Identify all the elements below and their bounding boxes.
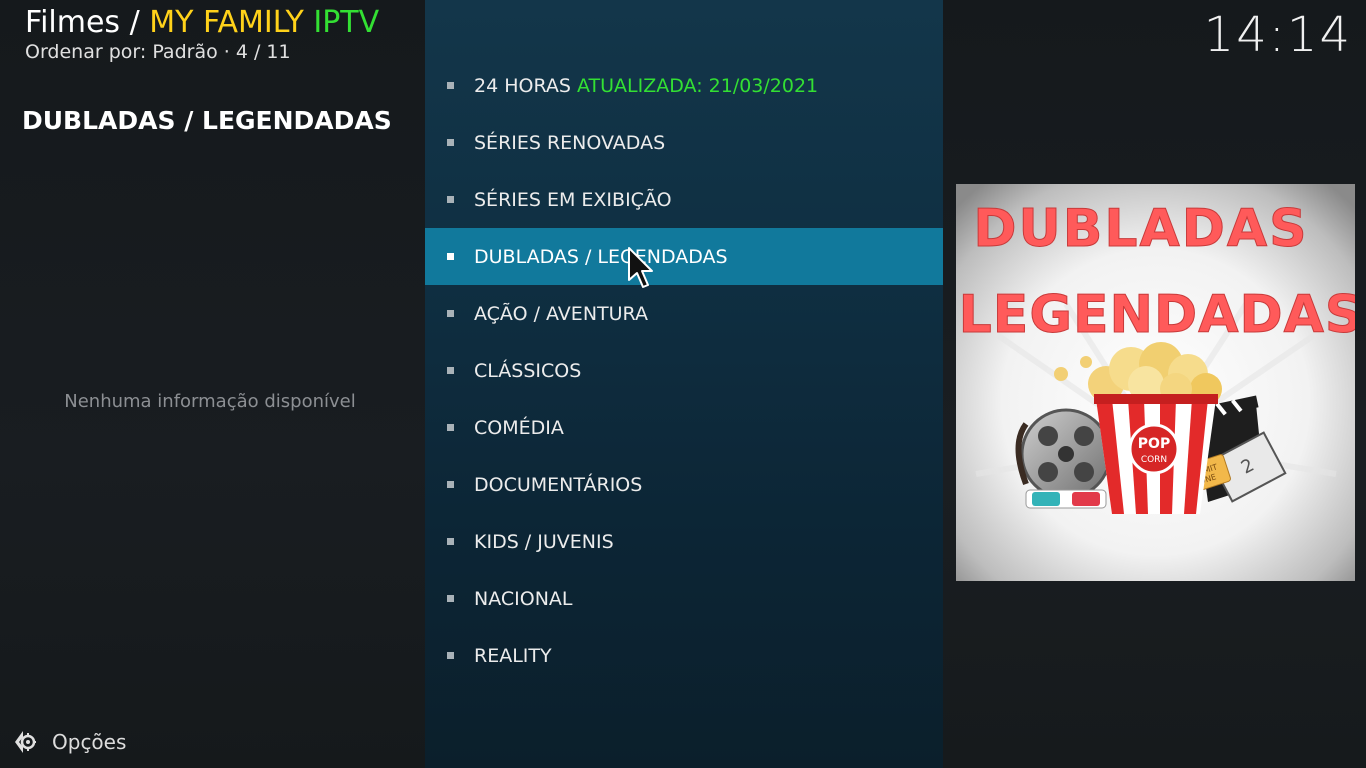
bullet-icon (447, 367, 454, 374)
list-item[interactable]: COMÉDIA (425, 399, 943, 456)
list-item-text: CLÁSSICOS (474, 359, 582, 382)
list-item-label: DOCUMENTÁRIOS (474, 474, 642, 496)
bullet-icon (447, 253, 454, 260)
bullet-icon (447, 481, 454, 488)
sort-info: Ordenar por: Padrão · 4 / 11 (25, 40, 291, 64)
list-item[interactable]: 24 HORAS ATUALIZADA: 21/03/2021 (425, 57, 943, 114)
popcorn-text-2: CORN (1141, 455, 1167, 465)
section-name: Filmes (25, 5, 121, 40)
list-item-label: DUBLADAS / LEGENDADAS (474, 246, 728, 268)
poster-line1: DUBLADAS (973, 199, 1308, 259)
info-placeholder: Nenhuma informação disponível (64, 391, 356, 412)
list-item-text: KIDS / JUVENIS (474, 530, 614, 553)
addon-name-part1: MY FAMILY (149, 5, 304, 40)
list-item[interactable]: DOCUMENTÁRIOS (425, 456, 943, 513)
category-poster: DUBLADAS LEGENDADAS 2 ONE POP CORN (956, 184, 1355, 581)
bullet-icon (447, 139, 454, 146)
list-item[interactable]: CLÁSSICOS (425, 342, 943, 399)
list-item-text: AÇÃO / AVENTURA (474, 302, 648, 325)
item-position: 4 / 11 (235, 41, 291, 63)
list-item-text: NACIONAL (474, 587, 573, 610)
list-item-text: DOCUMENTÁRIOS (474, 473, 643, 496)
list-item-label: REALITY (474, 645, 552, 667)
list-item-label: NACIONAL (474, 588, 573, 610)
list-item-update-note: ATUALIZADA: 21/03/2021 (577, 74, 819, 97)
list-item[interactable]: SÉRIES EM EXIBIÇÃO (425, 171, 943, 228)
list-item[interactable]: AÇÃO / AVENTURA (425, 285, 943, 342)
sort-label: Ordenar por: Padrão (25, 41, 218, 63)
list-item-label: COMÉDIA (474, 417, 564, 439)
list-item[interactable]: KIDS / JUVENIS (425, 513, 943, 570)
popcorn-text-1: POP (1138, 436, 1170, 452)
bullet-icon (447, 652, 454, 659)
bullet-icon (447, 538, 454, 545)
list-item-text: DUBLADAS / LEGENDADAS (474, 245, 728, 268)
list-item-text: SÉRIES RENOVADAS (474, 131, 666, 154)
list-item-label: SÉRIES EM EXIBIÇÃO (474, 189, 672, 211)
mouse-pointer-icon (628, 247, 653, 288)
list-item-text: 24 HORAS (474, 74, 571, 97)
options-button[interactable]: Opções (10, 726, 126, 758)
list-item-label: AÇÃO / AVENTURA (474, 303, 648, 325)
addon-name-part2: IPTV (313, 5, 380, 40)
options-icon (15, 731, 36, 753)
list-item-label: CLÁSSICOS (474, 360, 581, 382)
bullet-icon (447, 196, 454, 203)
bullet-icon (447, 424, 454, 431)
clock: 14:14 (1203, 7, 1352, 63)
list-item-text: REALITY (474, 644, 552, 667)
poster-line2: LEGENDADAS (959, 285, 1355, 345)
list-item[interactable]: DUBLADAS / LEGENDADAS (425, 228, 943, 285)
options-label: Opções (52, 730, 127, 754)
list-item-text: COMÉDIA (474, 416, 564, 439)
list-item-label: 24 HORAS ATUALIZADA: 21/03/2021 (474, 75, 818, 97)
poster-image: DUBLADAS LEGENDADAS 2 ONE POP CORN (956, 184, 1355, 581)
title-separator: / (120, 5, 150, 40)
focused-item-heading: DUBLADAS / LEGENDADAS (22, 106, 392, 135)
list-item[interactable]: SÉRIES RENOVADAS (425, 114, 943, 171)
category-list: 24 HORAS ATUALIZADA: 21/03/2021 SÉRIES RE… (425, 57, 943, 684)
bullet-icon (447, 595, 454, 602)
bullet-icon (447, 82, 454, 89)
list-item-label: SÉRIES RENOVADAS (474, 132, 665, 154)
list-item-label: KIDS / JUVENIS (474, 531, 614, 553)
separator-dot: · (223, 41, 230, 63)
page-title: Filmes / MY FAMILY IPTV (25, 4, 379, 42)
list-item-text: SÉRIES EM EXIBIÇÃO (474, 188, 672, 211)
list-item[interactable]: REALITY (425, 627, 943, 684)
bullet-icon (447, 310, 454, 317)
list-item[interactable]: NACIONAL (425, 570, 943, 627)
